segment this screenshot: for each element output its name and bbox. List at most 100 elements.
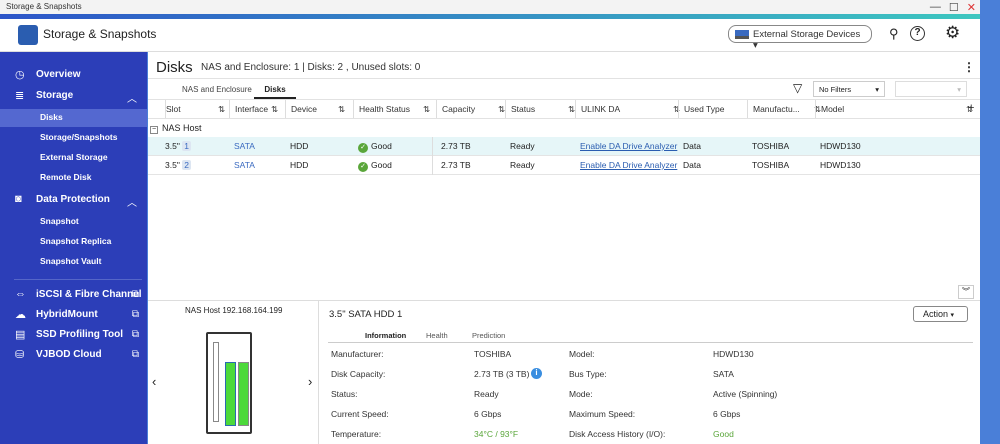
sort-icon[interactable]: ⇅ [338, 100, 345, 118]
sidebar-item-snapshot-replica[interactable]: Snapshot Replica [0, 236, 147, 246]
slot-number-badge: 2 [182, 160, 191, 170]
secondary-filter-select[interactable]: ▾ [895, 81, 967, 97]
health-value: Good [371, 141, 392, 151]
sidebar-item-storage-snapshots[interactable]: Storage/Snapshots [0, 132, 147, 142]
column-header[interactable]: Slot [165, 100, 181, 118]
disk-bay-1[interactable] [225, 362, 236, 426]
used-value: Data [683, 160, 701, 170]
field-value: Active (Spinning) [713, 389, 778, 399]
sidebar-item-vjbod-cloud[interactable]: ⛁ VJBOD Cloud ⧉ [0, 349, 147, 361]
sidebar: ◷ Overview ≣ Storage ︿ Disks Storage/Snapshots… [0, 52, 147, 444]
field-value: SATA [713, 369, 734, 379]
disk-bay-2[interactable] [238, 362, 249, 426]
disk-title: 3.5" SATA HDD 1 [329, 309, 403, 320]
external-link-icon[interactable]: ⧉ [132, 329, 139, 340]
sidebar-item-data-protection[interactable]: ◙ Data Protection ︿ [0, 193, 147, 209]
action-button[interactable]: Action ▾ [913, 306, 968, 322]
next-arrow[interactable]: › [308, 374, 312, 389]
manufacturer-cell: TOSHIBA [752, 137, 789, 151]
close-button[interactable]: ✕ [967, 1, 976, 14]
sort-icon[interactable]: ⇅ [218, 100, 225, 118]
collapse-panel-button[interactable]: ︾ [958, 285, 974, 299]
sidebar-item-external-storage[interactable]: External Storage [0, 152, 147, 162]
iscsi-icon: ⇔ [15, 288, 26, 300]
vjbod-icon: ⛁ [15, 349, 25, 361]
gear-icon[interactable]: ⚙ [945, 23, 960, 43]
tab-disks[interactable]: Disks [254, 85, 296, 99]
maximize-button[interactable]: ☐ [949, 1, 959, 14]
sidebar-item-label: VJBOD Cloud [36, 349, 102, 360]
chevron-up-icon[interactable]: ︿ [127, 90, 137, 105]
collapse-icon[interactable]: − [150, 126, 158, 134]
external-link-icon[interactable]: ⧉ [132, 349, 139, 360]
storage-icon: ≣ [15, 90, 25, 102]
ulink-cell[interactable]: Enable DA Drive Analyzer [580, 156, 677, 170]
device-value: HDD [290, 141, 309, 151]
more-menu-icon[interactable]: ⋮ [963, 60, 975, 74]
search-icon[interactable]: ⚲ [889, 26, 899, 42]
info-icon[interactable]: i [531, 368, 542, 379]
field-label: Maximum Speed: [569, 409, 636, 419]
ulink-cell[interactable]: Enable DA Drive Analyzer [580, 137, 677, 151]
sidebar-item-label: Snapshot Vault [40, 256, 102, 266]
detail-tab-prediction[interactable]: Prediction [472, 331, 505, 340]
chevron-up-icon[interactable]: ︿ [127, 194, 137, 209]
window-title: Storage & Snapshots [0, 0, 980, 14]
column-label: Slot [166, 104, 181, 114]
sidebar-item-disks[interactable]: Disks [0, 109, 147, 127]
filter-select[interactable]: No Filters ▾ [813, 81, 885, 97]
sidebar-item-snapshot-vault[interactable]: Snapshot Vault [0, 256, 147, 266]
column-label: Manufactu... [753, 104, 800, 114]
sidebar-item-iscsi-fibre-channel[interactable]: ⇔ iSCSI & Fibre Channel ⧉ [0, 288, 147, 300]
detail-tab-health[interactable]: Health [426, 331, 448, 340]
sidebar-item-label: Disks [40, 112, 63, 122]
used-value: Data [683, 141, 701, 151]
manufacturer-cell: TOSHIBA [752, 156, 789, 170]
sort-icon[interactable]: ⇅ [271, 100, 278, 118]
group-nas-host[interactable]: − NAS Host [150, 123, 202, 134]
minimize-button[interactable]: — [930, 1, 941, 14]
check-icon: ✓ [358, 143, 368, 153]
external-storage-devices-button[interactable]: External Storage Devices ▾ [728, 25, 872, 51]
capacity-value: 2.73 TB [441, 141, 471, 151]
help-icon[interactable]: ? [910, 26, 925, 41]
table-row[interactable]: 3.5" 1 SATA HDD ✓ Good 2.73 TB Ready Enable DA … [148, 137, 980, 156]
detail-tab-information[interactable]: Information [365, 331, 406, 340]
filter-icon[interactable]: ▽ [793, 81, 802, 95]
field-label: Current Speed: [331, 409, 389, 419]
status-cell: Ready [510, 137, 535, 151]
interface-value: SATA [234, 141, 255, 151]
hybridmount-icon: ☁ [15, 309, 26, 321]
external-link-icon[interactable]: ⧉ [132, 309, 139, 320]
status-value: Ready [510, 160, 535, 170]
column-header[interactable]: Device [285, 100, 317, 118]
slot-number-badge: 1 [182, 141, 191, 151]
sidebar-item-ssd-profiling-tool[interactable]: ▤ SSD Profiling Tool ⧉ [0, 329, 147, 341]
tab-nas-and-enclosure[interactable]: NAS and Enclosure [182, 85, 252, 94]
app-title: Storage & Snapshots [43, 27, 157, 41]
sort-icon[interactable]: ⇅ [423, 100, 430, 118]
device-value: HDD [290, 160, 309, 170]
column-header[interactable]: Model [815, 100, 844, 118]
column-header[interactable]: ULINK DA [575, 100, 620, 118]
column-header[interactable]: Used Type [678, 100, 724, 118]
column-header[interactable]: Interface [229, 100, 268, 118]
sidebar-item-hybridmount[interactable]: ☁ HybridMount ⧉ [0, 309, 147, 321]
table-row[interactable]: 3.5" 2 SATA HDD ✓ Good 2.73 TB Ready Enable DA … [148, 156, 980, 175]
column-header[interactable]: Health Status [353, 100, 410, 118]
sidebar-item-remote-disk[interactable]: Remote Disk [0, 172, 147, 182]
column-header[interactable]: Capacity [436, 100, 475, 118]
sidebar-item-snapshot[interactable]: Snapshot [0, 216, 147, 226]
sidebar-item-overview[interactable]: ◷ Overview [0, 69, 147, 81]
column-header[interactable]: Manufactu... [747, 100, 800, 118]
window-controls: — ☐ ✕ [930, 1, 976, 14]
add-column-button[interactable]: + [968, 102, 974, 114]
sidebar-item-label: Overview [36, 69, 81, 80]
column-header[interactable]: Status [505, 100, 535, 118]
prev-arrow[interactable]: ‹ [152, 374, 156, 389]
sidebar-item-storage[interactable]: ≣ Storage ︿ [0, 90, 147, 105]
sidebar-item-label: Data Protection [36, 194, 110, 205]
sidebar-item-label: Storage/Snapshots [40, 132, 118, 142]
external-link-icon[interactable]: ⧉ [132, 289, 139, 300]
field-value: 6 Gbps [713, 409, 741, 419]
